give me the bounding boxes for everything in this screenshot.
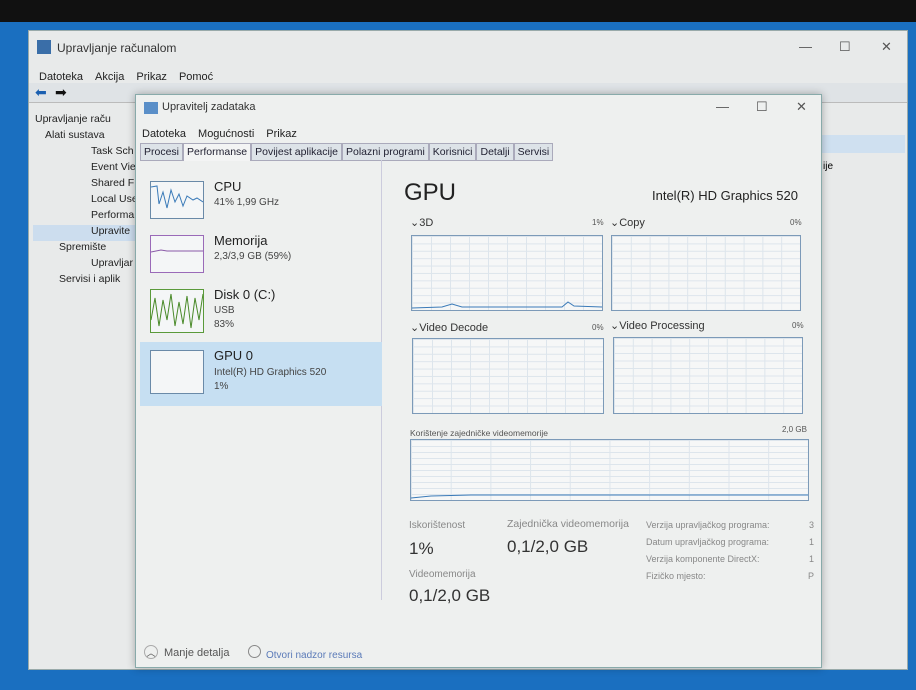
graph-video-decode — [412, 338, 604, 414]
back-icon[interactable]: ⬅ — [35, 84, 47, 101]
tab-services[interactable]: Servisi — [513, 143, 554, 161]
tab-users[interactable]: Korisnici — [428, 143, 477, 161]
disk-thumbnail — [150, 289, 204, 333]
window-title: Upravljanje računalom — [57, 41, 177, 55]
tree-item[interactable]: Servisi i aplik — [33, 273, 143, 289]
item-detail: 2,3/3,9 GB (59%) — [214, 251, 292, 262]
item-detail: Intel(R) HD Graphics 520 — [214, 367, 327, 378]
gpu-info: Verzija upravljačkog programa: 3 Datum up… — [646, 517, 814, 585]
shared-memory-value: 0,1/2,0 GB — [507, 537, 589, 556]
tree-item[interactable]: Event Vie — [33, 161, 143, 177]
close-button[interactable]: ✕ — [796, 99, 807, 115]
maximize-button[interactable]: ☐ — [756, 99, 768, 115]
tree-item[interactable]: Task Sch — [33, 145, 143, 161]
tree-item[interactable]: Upravite — [33, 225, 143, 241]
graph-percent: 1% — [592, 218, 604, 227]
info-row: Verzija upravljačkog programa: 3 — [646, 520, 814, 530]
item-detail: USB — [214, 305, 235, 316]
shared-memory-label: Zajednička videomemorija — [507, 518, 629, 530]
tree-item[interactable]: Spremište — [33, 241, 143, 257]
side-item-cpu[interactable]: CPU 41% 1,99 GHz — [140, 177, 382, 239]
window-title: Upravitelj zadataka — [162, 101, 256, 113]
open-resource-monitor-link[interactable]: Otvori nadzor resursa — [248, 645, 362, 661]
side-item-memory[interactable]: Memorija 2,3/3,9 GB (59%) — [140, 231, 382, 293]
navigation-tree: Upravljanje raču Alati sustava Task Sch … — [33, 113, 143, 289]
item-name: Disk 0 (C:) — [214, 287, 276, 302]
fewer-details-button[interactable]: ︿ Manje detalja — [144, 645, 229, 659]
tab-processes[interactable]: Procesi — [140, 143, 184, 161]
minimize-button[interactable]: — — [716, 99, 729, 114]
resource-list: CPU 41% 1,99 GHz Memorija 2,3/3,9 GB (59… — [140, 160, 382, 600]
info-row: Verzija komponente DirectX: 1 — [646, 554, 814, 564]
tree-item[interactable]: Alati sustava — [33, 129, 143, 145]
menu-help[interactable]: Pomoć — [179, 71, 213, 83]
shared-memory-graph — [410, 439, 809, 501]
tab-bar: Procesi Performanse Povijest aplikacije … — [140, 143, 554, 161]
video-memory-value: 0,1/2,0 GB — [409, 586, 491, 605]
cpu-thumbnail — [150, 181, 204, 219]
menu-file[interactable]: Datoteka — [142, 128, 186, 140]
task-manager-icon — [144, 102, 158, 114]
tree-item[interactable]: Performa — [33, 209, 143, 225]
item-name: Memorija — [214, 233, 268, 248]
task-manager-window: Upravitelj zadataka — ☐ ✕ Datoteka Mogućn… — [135, 94, 822, 668]
adapter-name: Intel(R) HD Graphics 520 — [652, 188, 798, 203]
maximize-button[interactable]: ☐ — [839, 39, 851, 55]
graph-label-video-decode[interactable]: ⌄Video Decode — [410, 321, 488, 334]
tree-item[interactable]: Local Use — [33, 193, 143, 209]
tree-item[interactable]: Shared F — [33, 177, 143, 193]
item-value: 1% — [214, 381, 229, 392]
resource-monitor-icon — [248, 645, 261, 658]
forward-icon[interactable]: ➡ — [55, 84, 67, 101]
graph-percent: 0% — [592, 323, 604, 332]
graph-percent: 0% — [792, 321, 804, 330]
tab-app-history[interactable]: Povijest aplikacije — [251, 143, 342, 161]
menu-file[interactable]: Datoteka — [39, 71, 83, 83]
actions-item[interactable]: ije — [823, 161, 833, 172]
screen-bezel — [0, 0, 916, 22]
tab-details[interactable]: Detalji — [476, 143, 514, 161]
item-detail: 41% 1,99 GHz — [214, 197, 280, 208]
chevron-up-icon: ︿ — [144, 645, 158, 659]
memory-thumbnail — [150, 235, 204, 273]
utilization-label: Iskorištenost — [409, 520, 466, 531]
item-name: GPU 0 — [214, 348, 254, 363]
app-icon — [37, 40, 51, 54]
graph-label-copy[interactable]: ⌄Copy — [610, 216, 645, 229]
info-row: Fizičko mjesto: P — [646, 571, 814, 581]
tab-startup[interactable]: Polazni programi — [342, 143, 429, 161]
menu-view[interactable]: Prikaz — [266, 128, 297, 140]
actions-header — [821, 135, 905, 153]
video-memory-label: Videomemorija — [409, 569, 476, 580]
item-name: CPU — [214, 179, 242, 194]
menu-action[interactable]: Akcija — [95, 71, 124, 83]
tree-item[interactable]: Upravljar — [33, 257, 143, 273]
menu-view[interactable]: Prikaz — [136, 71, 167, 83]
graph-video-processing — [613, 337, 803, 414]
close-button[interactable]: ✕ — [881, 39, 892, 55]
graph-copy — [611, 235, 801, 311]
tab-performance[interactable]: Performanse — [183, 143, 252, 161]
side-item-gpu[interactable]: GPU 0 Intel(R) HD Graphics 520 1% — [140, 342, 382, 406]
shared-memory-max: 2,0 GB — [782, 425, 807, 434]
gpu-thumbnail — [150, 350, 204, 394]
graph-percent: 0% — [790, 218, 802, 227]
graph-3d — [411, 235, 603, 311]
graph-label-video-processing[interactable]: ⌄Video Processing — [610, 319, 705, 332]
minimize-button[interactable]: — — [799, 39, 812, 54]
tree-item[interactable]: Upravljanje raču — [33, 113, 143, 129]
menu-options[interactable]: Mogućnosti — [198, 128, 254, 140]
info-row: Datum upravljačkog programa: 1 — [646, 537, 814, 547]
shared-memory-graph-label: Korištenje zajedničke videomemorije — [410, 428, 548, 438]
item-value: 83% — [214, 319, 235, 330]
graph-label-3d[interactable]: ⌄3D — [410, 216, 433, 229]
utilization-value: 1% — [409, 539, 434, 558]
page-heading: GPU — [404, 179, 457, 206]
